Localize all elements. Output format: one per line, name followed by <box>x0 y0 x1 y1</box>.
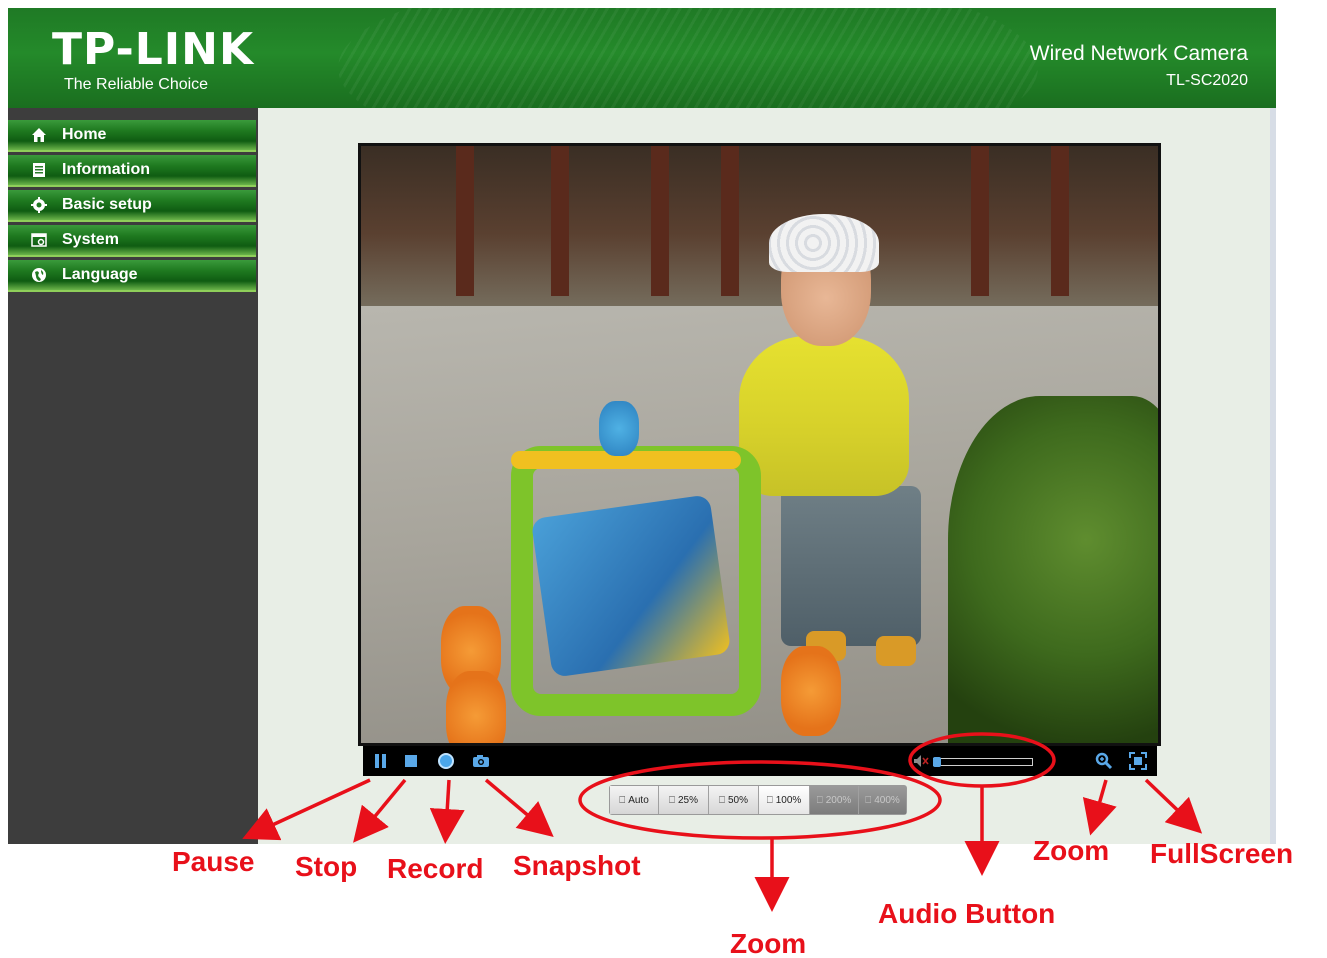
logo-text: TP-LINK <box>52 24 255 75</box>
sidebar-item-label: System <box>62 231 119 248</box>
audio-button[interactable] <box>910 750 932 772</box>
sidebar: Home Information Basic setup System Lang… <box>8 108 258 844</box>
sidebar-item-label: Language <box>62 266 138 283</box>
sidebar-item-home[interactable]: Home <box>8 120 256 152</box>
home-icon <box>28 127 50 143</box>
zoom-auto-button[interactable]: ⎕ Auto <box>610 786 659 814</box>
video-control-bar <box>363 746 1157 776</box>
annotation-audio: Audio Button <box>878 898 1056 929</box>
annotation-record: Record <box>387 853 484 884</box>
annotation-stop: Stop <box>295 851 358 882</box>
sidebar-item-system[interactable]: System <box>8 225 256 257</box>
zoom-option-label: Auto <box>628 794 649 806</box>
monitor-icon: ⎕ <box>865 794 872 806</box>
annotation-snapshot: Snapshot <box>513 850 641 881</box>
fullscreen-icon <box>1129 752 1147 770</box>
globe-icon <box>28 267 50 283</box>
camera-icon <box>473 755 489 767</box>
zoom-button[interactable] <box>1093 750 1115 772</box>
pause-icon <box>374 754 386 768</box>
zoom-option-label: 25% <box>677 794 698 806</box>
audio-volume-slider[interactable] <box>933 757 1033 767</box>
live-video-view <box>358 143 1161 746</box>
zoom-ratio-bar: ⎕ Auto ⎕ 25% ⎕ 50% ⎕ 100% ⎕ 200% ⎕ 400% <box>609 785 907 815</box>
gear-icon <box>28 197 50 213</box>
product-name: Wired Network Camera <box>1029 42 1248 65</box>
product-info: Wired Network Camera TL-SC2020 <box>1030 42 1248 90</box>
zoom-50-button[interactable]: ⎕ 50% <box>709 786 759 814</box>
pause-button[interactable] <box>369 750 391 772</box>
scrollbar[interactable] <box>1270 108 1276 844</box>
system-icon <box>28 232 50 248</box>
annotation-zoom-bar: Zoom <box>730 928 807 958</box>
magnifier-icon <box>1095 752 1113 770</box>
monitor-icon: ⎕ <box>816 794 823 806</box>
stop-icon <box>405 755 417 767</box>
speaker-muted-icon <box>914 755 929 767</box>
zoom-25-button[interactable]: ⎕ 25% <box>659 786 709 814</box>
monitor-icon: ⎕ <box>668 794 675 806</box>
sidebar-item-basic-setup[interactable]: Basic setup <box>8 190 256 222</box>
zoom-400-button[interactable]: ⎕ 400% <box>859 786 906 814</box>
sidebar-item-language[interactable]: Language <box>8 260 256 292</box>
tp-link-logo: TP-LINK The Reliable Choice <box>52 28 254 94</box>
header-banner: TP-LINK The Reliable Choice Wired Networ… <box>8 8 1276 108</box>
zoom-200-button[interactable]: ⎕ 200% <box>810 786 859 814</box>
zoom-option-label: 100% <box>775 794 802 806</box>
fullscreen-button[interactable] <box>1127 750 1149 772</box>
monitor-icon: ⎕ <box>718 794 725 806</box>
zoom-option-label: 50% <box>727 794 748 806</box>
camera-image <box>361 146 1158 743</box>
annotation-zoom: Zoom <box>1033 835 1110 866</box>
sidebar-item-information[interactable]: Information <box>8 155 256 187</box>
monitor-icon: ⎕ <box>766 794 773 806</box>
sidebar-item-label: Home <box>62 126 107 143</box>
sidebar-item-label: Basic setup <box>62 196 152 213</box>
zoom-100-button[interactable]: ⎕ 100% <box>759 786 810 814</box>
zoom-option-label: 400% <box>874 794 900 806</box>
zoom-option-label: 200% <box>825 794 852 806</box>
logo-tagline: The Reliable Choice <box>64 76 209 93</box>
sidebar-item-label: Information <box>62 161 150 178</box>
annotation-pause: Pause <box>172 846 255 877</box>
product-model: TL-SC2020 <box>1166 72 1248 89</box>
record-button[interactable] <box>435 750 457 772</box>
volume-knob[interactable] <box>933 757 941 767</box>
stop-button[interactable] <box>400 750 422 772</box>
annotation-fullscreen: FullScreen <box>1150 838 1294 869</box>
snapshot-button[interactable] <box>470 750 492 772</box>
monitor-icon: ⎕ <box>619 794 626 806</box>
document-icon <box>28 162 50 178</box>
record-icon <box>438 753 454 769</box>
